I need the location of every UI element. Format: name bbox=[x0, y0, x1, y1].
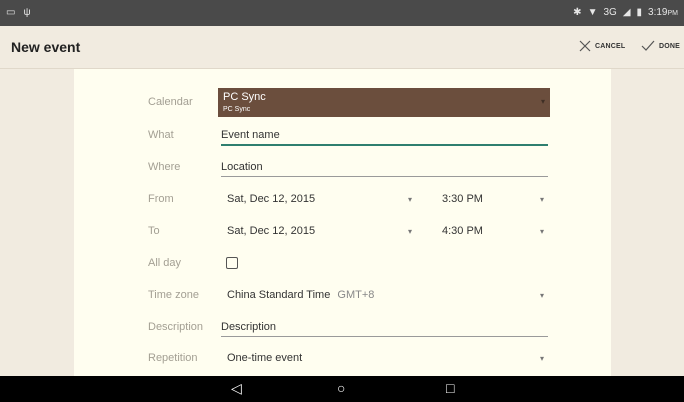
cancel-button[interactable]: CANCEL bbox=[579, 40, 625, 52]
what-label: What bbox=[148, 129, 174, 141]
home-icon[interactable]: ○ bbox=[337, 380, 345, 396]
done-label: DONE bbox=[659, 42, 681, 50]
to-date[interactable]: Sat, Dec 12, 2015 bbox=[227, 225, 315, 237]
toolbar: New event CANCEL DONE bbox=[0, 26, 684, 69]
done-button[interactable]: DONE bbox=[641, 40, 680, 52]
repetition-label: Repetition bbox=[148, 352, 198, 364]
check-icon bbox=[641, 40, 655, 51]
calendar-sub: PC Sync bbox=[223, 106, 251, 113]
notification-icon: ▭ bbox=[6, 7, 16, 18]
time-zone-select[interactable]: China Standard Time GMT+8 bbox=[227, 289, 374, 301]
time-zone-name: China Standard Time bbox=[227, 289, 331, 301]
status-bar: ▭ ψ ✱ ▼ 3G ◢ ▮ 3:19PM bbox=[0, 0, 684, 26]
event-form-card: Calendar PC Sync PC Sync ▾ What Event na… bbox=[74, 69, 611, 376]
recents-icon[interactable]: □ bbox=[446, 380, 454, 396]
status-left: ▭ ψ bbox=[6, 7, 31, 18]
description-input[interactable]: Description bbox=[221, 321, 276, 333]
to-time-dropdown-icon[interactable]: ▾ bbox=[540, 227, 544, 236]
time-zone-label: Time zone bbox=[148, 289, 199, 301]
event-name-input[interactable]: Event name bbox=[221, 129, 280, 141]
calendar-value: PC Sync bbox=[223, 91, 266, 103]
time-zone-dropdown-icon[interactable]: ▾ bbox=[540, 291, 544, 300]
all-day-checkbox[interactable] bbox=[226, 257, 238, 269]
from-time[interactable]: 3:30 PM bbox=[442, 193, 483, 205]
location-underline bbox=[221, 176, 548, 177]
battery-icon: ▮ bbox=[636, 7, 643, 18]
cancel-label: CANCEL bbox=[595, 42, 626, 50]
calendar-select[interactable]: PC Sync PC Sync ▾ bbox=[218, 88, 550, 117]
to-date-dropdown-icon[interactable]: ▾ bbox=[408, 227, 412, 236]
from-date-dropdown-icon[interactable]: ▾ bbox=[408, 195, 412, 204]
network-type: 3G bbox=[603, 7, 617, 18]
from-time-dropdown-icon[interactable]: ▾ bbox=[540, 195, 544, 204]
signal-icon: ◢ bbox=[622, 7, 631, 18]
from-date[interactable]: Sat, Dec 12, 2015 bbox=[227, 193, 315, 205]
event-form-area: Calendar PC Sync PC Sync ▾ What Event na… bbox=[0, 69, 684, 376]
description-underline bbox=[221, 336, 548, 337]
clock: 3:19PM bbox=[648, 7, 678, 18]
navigation-bar: ◁ ○ □ bbox=[0, 376, 684, 402]
where-label: Where bbox=[148, 161, 181, 173]
wifi-icon: ▼ bbox=[587, 7, 598, 18]
repetition-select[interactable]: One-time event bbox=[227, 352, 302, 364]
bluetooth-icon: ✱ bbox=[573, 7, 582, 18]
close-icon bbox=[579, 40, 591, 52]
all-day-label: All day bbox=[148, 257, 182, 269]
back-icon[interactable]: ◁ bbox=[231, 380, 242, 397]
page-title: New event bbox=[11, 39, 81, 55]
calendar-label: Calendar bbox=[148, 96, 193, 108]
status-right: ✱ ▼ 3G ◢ ▮ 3:19PM bbox=[573, 7, 678, 18]
dropdown-arrow-icon: ▾ bbox=[540, 97, 545, 106]
to-label: To bbox=[148, 225, 160, 237]
usb-icon: ψ bbox=[23, 7, 31, 18]
event-name-underline bbox=[221, 144, 548, 146]
time-zone-offset: GMT+8 bbox=[337, 289, 375, 301]
from-label: From bbox=[148, 193, 174, 205]
description-label: Description bbox=[148, 321, 204, 333]
repetition-dropdown-icon[interactable]: ▾ bbox=[540, 354, 544, 363]
location-input[interactable]: Location bbox=[221, 161, 263, 173]
to-time[interactable]: 4:30 PM bbox=[442, 225, 483, 237]
